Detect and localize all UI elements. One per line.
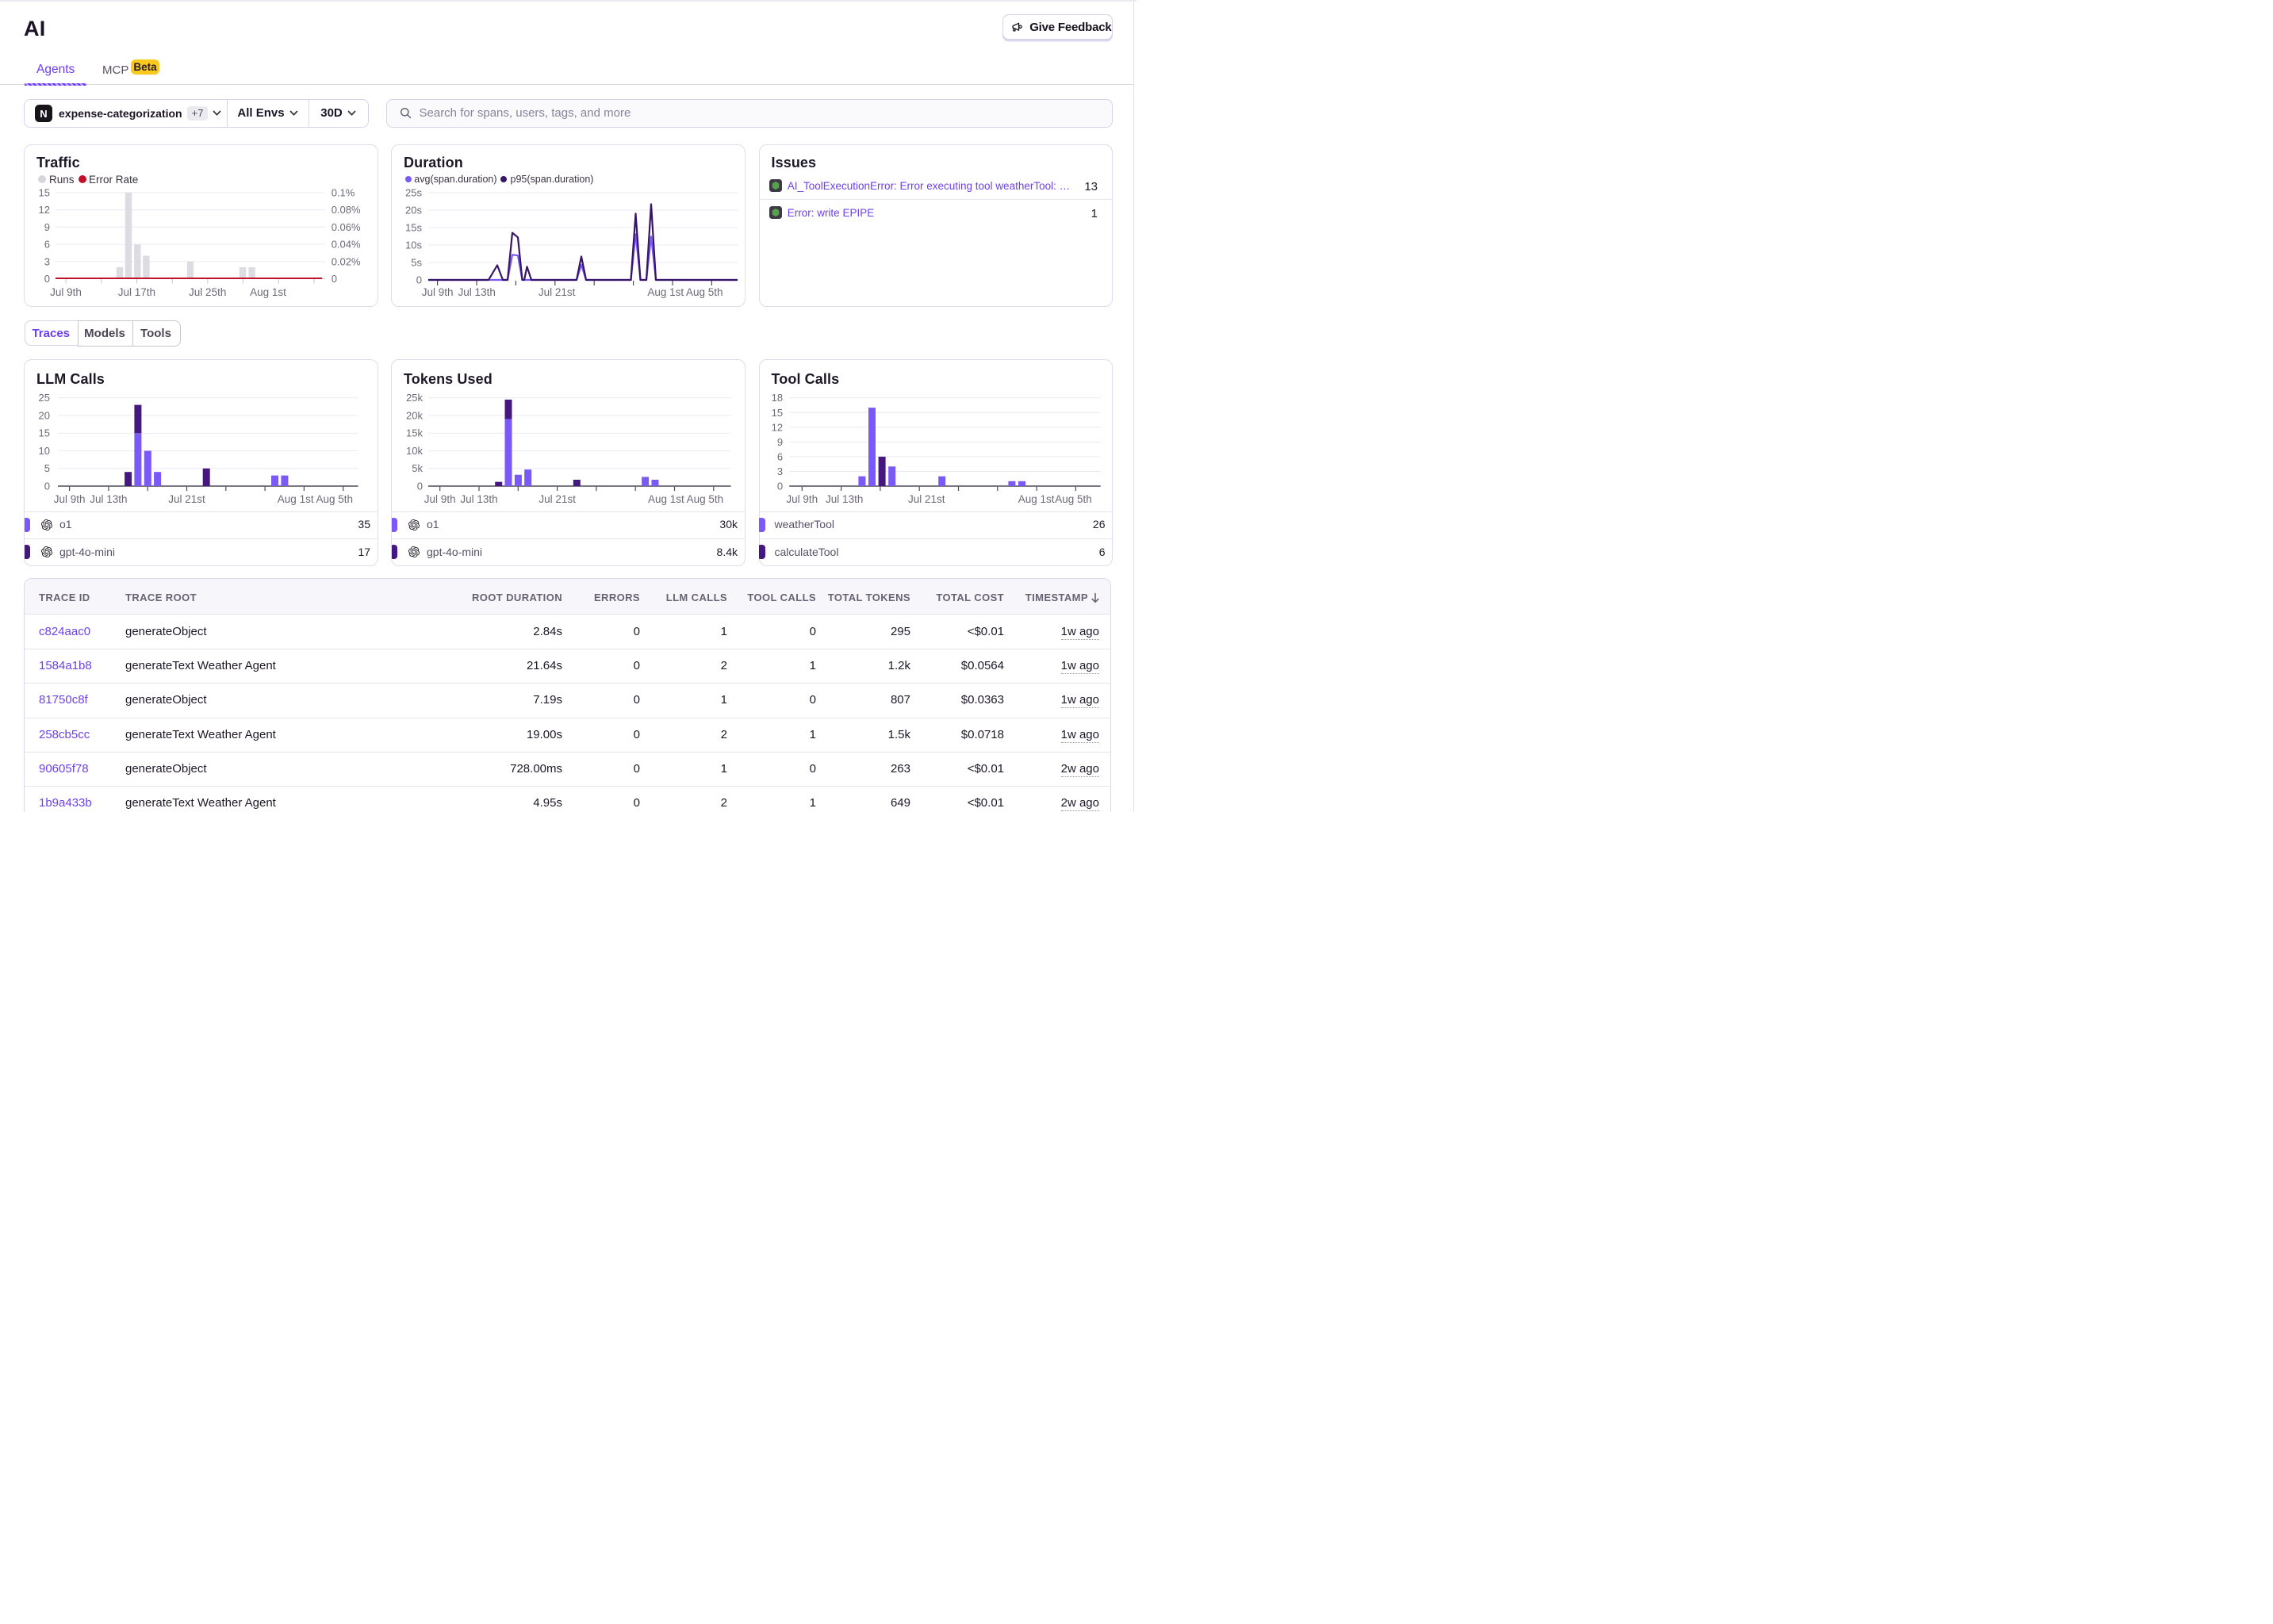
svg-text:Jul 13th: Jul 13th: [90, 493, 127, 505]
svg-text:15: 15: [39, 427, 50, 439]
svg-text:12: 12: [39, 204, 50, 216]
svg-text:3: 3: [776, 465, 782, 477]
svg-text:0.04%: 0.04%: [332, 239, 361, 251]
svg-text:0.02%: 0.02%: [332, 255, 361, 267]
svg-text:Jul 21st: Jul 21st: [168, 493, 205, 505]
svg-text:25: 25: [39, 392, 50, 404]
svg-text:N: N: [40, 108, 47, 120]
svg-text:Aug 1st: Aug 1st: [648, 493, 684, 505]
svg-text:Jul 21st: Jul 21st: [539, 286, 576, 298]
svg-text:Jul 21st: Jul 21st: [539, 493, 576, 505]
svg-text:Aug 1st: Aug 1st: [250, 286, 286, 298]
svg-text:0: 0: [416, 274, 422, 286]
svg-text:0.06%: 0.06%: [332, 221, 361, 233]
svg-text:Jul 9th: Jul 9th: [422, 286, 454, 298]
svg-text:10: 10: [39, 445, 50, 457]
svg-text:6: 6: [44, 239, 50, 251]
svg-text:15k: 15k: [406, 427, 423, 439]
svg-text:0.08%: 0.08%: [332, 204, 361, 216]
svg-text:10k: 10k: [406, 445, 423, 457]
svg-text:Jul 9th: Jul 9th: [424, 493, 456, 505]
svg-text:Aug 5th: Aug 5th: [687, 493, 724, 505]
svg-text:25k: 25k: [406, 392, 423, 404]
svg-text:0: 0: [44, 273, 50, 285]
svg-text:3: 3: [44, 255, 50, 267]
svg-text:Jul 21st: Jul 21st: [908, 493, 945, 505]
svg-text:Jul 13th: Jul 13th: [826, 493, 863, 505]
svg-text:Aug 1st: Aug 1st: [647, 286, 684, 298]
svg-text:10s: 10s: [405, 239, 422, 251]
svg-text:Aug 5th: Aug 5th: [316, 493, 354, 505]
svg-text:Jul 13th: Jul 13th: [460, 493, 497, 505]
svg-text:15s: 15s: [405, 222, 422, 234]
svg-text:Jul 9th: Jul 9th: [50, 286, 82, 298]
svg-text:20k: 20k: [406, 409, 423, 421]
svg-text:Jul 13th: Jul 13th: [458, 286, 496, 298]
svg-text:Jul 25th: Jul 25th: [189, 286, 226, 298]
svg-text:12: 12: [771, 421, 782, 433]
svg-text:5k: 5k: [412, 462, 423, 474]
svg-text:Aug 1st: Aug 1st: [278, 493, 314, 505]
svg-text:15: 15: [771, 407, 782, 419]
svg-text:0: 0: [332, 273, 337, 285]
svg-text:Aug 1st: Aug 1st: [1018, 493, 1054, 505]
svg-text:15: 15: [39, 186, 50, 198]
svg-text:5: 5: [44, 462, 50, 474]
svg-text:18: 18: [771, 392, 782, 404]
svg-text:9: 9: [776, 436, 782, 448]
svg-text:Jul 9th: Jul 9th: [54, 493, 86, 505]
svg-text:9: 9: [44, 221, 50, 233]
svg-text:6: 6: [776, 450, 782, 462]
svg-text:0: 0: [417, 481, 423, 492]
svg-text:0.1%: 0.1%: [332, 186, 355, 198]
svg-text:Jul 17th: Jul 17th: [118, 286, 155, 298]
svg-text:0: 0: [776, 481, 782, 492]
svg-text:Aug 5th: Aug 5th: [1055, 493, 1092, 505]
svg-text:Jul 9th: Jul 9th: [786, 493, 818, 505]
svg-text:0: 0: [44, 481, 50, 492]
svg-text:5s: 5s: [411, 257, 422, 269]
svg-text:20: 20: [39, 409, 50, 421]
svg-text:20s: 20s: [405, 205, 422, 216]
svg-text:25s: 25s: [405, 187, 422, 199]
svg-text:Aug 5th: Aug 5th: [686, 286, 723, 298]
